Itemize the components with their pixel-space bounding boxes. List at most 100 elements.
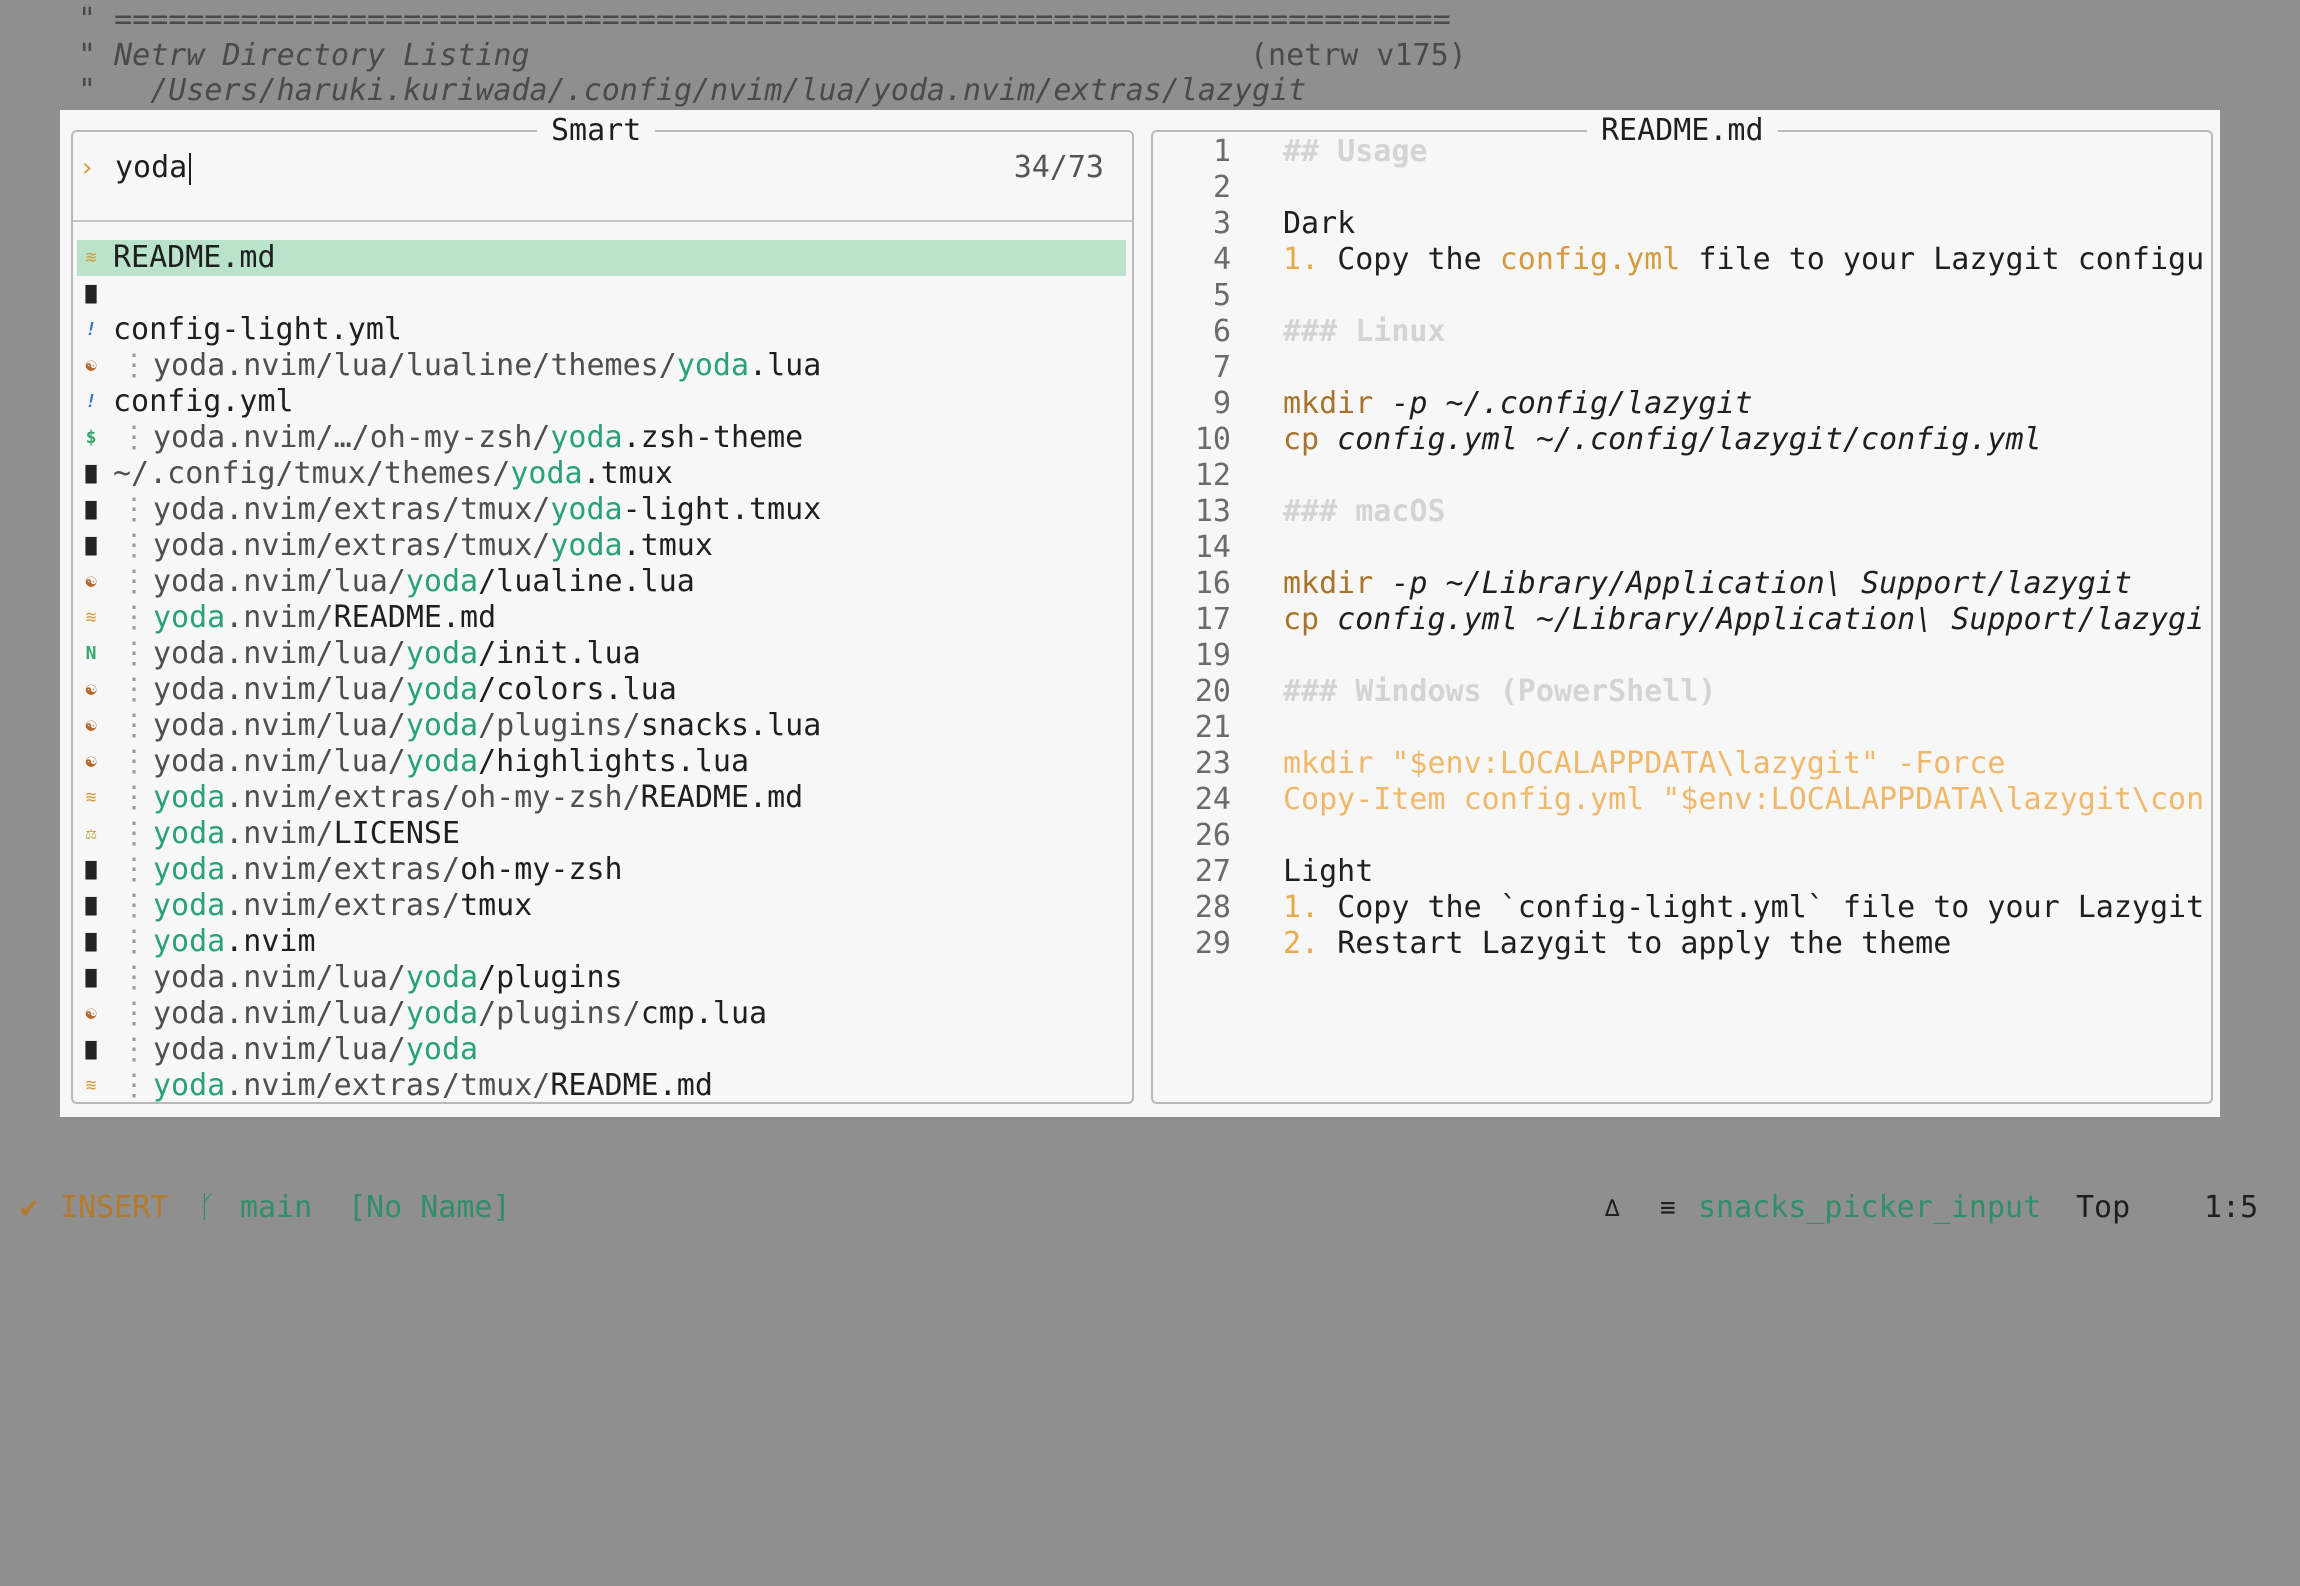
- line-text: 1. Copy the `config-light.yml` file to y…: [1283, 890, 2205, 925]
- item-label: ⋮ yoda.nvim/lua/lualine/themes/yoda.lua: [119, 348, 822, 383]
- tree-indent-icon: ⋮: [119, 672, 149, 707]
- lua-icon: ☯: [85, 679, 97, 700]
- picker-title: Smart: [537, 114, 656, 148]
- tree-indent-icon: ⋮: [119, 708, 149, 743]
- list-item[interactable]: ▇ ⋮ yoda.nvim/extras/tmux: [77, 888, 1132, 924]
- list-item[interactable]: N ⋮ yoda.nvim/lua/yoda/init.lua: [77, 636, 1132, 672]
- tree-indent-icon: ⋮: [119, 744, 149, 779]
- text-cursor: [189, 152, 192, 185]
- preview-line: 21: [1153, 710, 2211, 746]
- list-item[interactable]: ▇ ~/.config/tmux/themes/yoda.tmux: [77, 456, 1132, 492]
- list-item[interactable]: ▇ ⋮ yoda.nvim: [77, 924, 1132, 960]
- preview-line: 1 ## Usage: [1153, 134, 2211, 170]
- list-item[interactable]: ▇ ⋮ yoda.nvim/lua/yoda: [77, 1032, 1132, 1068]
- line-number: 19: [1194, 638, 1231, 673]
- mode-indicator: INSERT: [60, 1190, 169, 1225]
- item-label: ⋮ yoda.nvim/LICENSE: [119, 816, 461, 851]
- list-item[interactable]: ▇ ⋮ yoda.nvim/extras/oh-my-zsh: [77, 852, 1132, 888]
- list-item[interactable]: ▇ ⋮ yoda.nvim/extras/tmux/yoda-light.tmux: [77, 492, 1132, 528]
- line-number: 10: [1194, 422, 1231, 457]
- picker-input-row[interactable]: › yoda 34/73: [73, 148, 1132, 188]
- line-number: 24: [1194, 782, 1231, 817]
- tree-indent-icon: ⋮: [119, 996, 149, 1031]
- list-item[interactable]: ▇: [77, 276, 1132, 312]
- tree-indent-icon: ⋮: [119, 420, 149, 455]
- item-label: ⋮ yoda.nvim/README.md: [119, 600, 497, 635]
- item-label: ~/.config/tmux/themes/yoda.tmux: [113, 456, 673, 491]
- yaml-icon: !: [85, 391, 97, 412]
- tree-indent-icon: ⋮: [119, 1068, 149, 1103]
- line-text: 2. Restart Lazygit to apply the theme: [1283, 926, 1952, 961]
- tree-indent-icon: ⋮: [119, 816, 149, 851]
- line-number: 7: [1212, 350, 1231, 385]
- item-label: ⋮ yoda.nvim/extras/oh-my-zsh: [119, 852, 623, 887]
- line-number: 5: [1212, 278, 1231, 313]
- preview-line: 2: [1153, 170, 2211, 206]
- picker-list-panel: Smart › yoda 34/73 ≋ README.md ▇! config-li…: [71, 114, 1134, 1104]
- list-item[interactable]: ! config-light.yml: [77, 312, 1132, 348]
- line-number: 21: [1194, 710, 1231, 745]
- preview-line: 16 mkdir -p ~/Library/Application\ Suppor…: [1153, 566, 2211, 602]
- file-icon: ▇: [85, 895, 97, 916]
- preview-panel: README.md 1 ## Usage 2 3 Dark 4 1. Copy the co…: [1151, 114, 2213, 1104]
- list-item[interactable]: ☯ ⋮ yoda.nvim/lua/yoda/plugins/cmp.lua: [77, 996, 1132, 1032]
- item-label: config.yml: [113, 384, 294, 419]
- tree-indent-icon: ⋮: [119, 888, 149, 923]
- tree-indent-icon: ⋮: [119, 564, 149, 599]
- list-item[interactable]: ☯ ⋮ yoda.nvim/lua/yoda/lualine.lua: [77, 564, 1132, 600]
- tree-indent-icon: ⋮: [119, 960, 149, 995]
- list-item[interactable]: ≋ ⋮ yoda.nvim/extras/oh-my-zsh/README.md: [77, 780, 1132, 816]
- preview-line: 4 1. Copy the config.yml file to your Laz…: [1153, 242, 2211, 278]
- snacks-picker: Smart › yoda 34/73 ≋ README.md ▇! config-li…: [60, 110, 2220, 1117]
- tree-indent-icon: ⋮: [119, 1032, 149, 1067]
- line-text: mkdir "$env:LOCALAPPDATA\lazygit" -Force: [1283, 746, 2006, 781]
- file-icon: ▇: [85, 859, 97, 880]
- tree-indent-icon: ⋮: [119, 780, 149, 815]
- line-number: 2: [1212, 170, 1231, 205]
- line-number: 13: [1194, 494, 1231, 529]
- item-label: ⋮ yoda.nvim/lua/yoda/highlights.lua: [119, 744, 750, 779]
- item-label: README.md: [113, 240, 276, 275]
- item-label: ⋮ yoda.nvim/…/oh-my-zsh/yoda.zsh-theme: [119, 420, 804, 455]
- list-item[interactable]: ≋ ⋮ yoda.nvim/extras/tmux/README.md: [77, 1068, 1132, 1104]
- netrw-rule-line: " ======================================…: [78, 2, 1451, 37]
- neovim-icon: N: [85, 643, 97, 664]
- list-item[interactable]: ! config.yml: [77, 384, 1132, 420]
- line-text: ### Windows (PowerShell): [1283, 674, 1717, 709]
- item-label: ⋮ yoda.nvim: [119, 924, 316, 959]
- file-icon: ▇: [85, 1039, 97, 1060]
- line-text: ### macOS: [1283, 494, 1446, 529]
- check-icon: ✔: [20, 1190, 39, 1225]
- tree-indent-icon: ⋮: [119, 528, 149, 563]
- list-item[interactable]: ☯ ⋮ yoda.nvim/lua/yoda/plugins/snacks.lua: [77, 708, 1132, 744]
- file-icon: ▇: [85, 535, 97, 556]
- list-item[interactable]: ▇ ⋮ yoda.nvim/lua/yoda/plugins: [77, 960, 1132, 996]
- line-number: 14: [1194, 530, 1231, 565]
- list-item[interactable]: ▇ ⋮ yoda.nvim/extras/tmux/yoda.tmux: [77, 528, 1132, 564]
- delta-icon: ∆: [1605, 1194, 1620, 1222]
- list-item[interactable]: ☯ ⋮ yoda.nvim/lua/lualine/themes/yoda.lua: [77, 348, 1132, 384]
- line-text: mkdir -p ~/Library/Application\ Support/…: [1283, 566, 2132, 601]
- list-item[interactable]: ⚖ ⋮ yoda.nvim/LICENSE: [77, 816, 1132, 852]
- list-item[interactable]: ≋ README.md: [77, 240, 1126, 276]
- search-input[interactable]: yoda: [115, 148, 192, 188]
- list-item[interactable]: ☯ ⋮ yoda.nvim/lua/yoda/highlights.lua: [77, 744, 1132, 780]
- preview-line: 24 Copy-Item config.yml "$env:LOCALAPPDAT…: [1153, 782, 2211, 818]
- tree-indent-icon: ⋮: [119, 924, 149, 959]
- line-number: 26: [1194, 818, 1231, 853]
- list-item[interactable]: ☯ ⋮ yoda.nvim/lua/yoda/colors.lua: [77, 672, 1132, 708]
- tree-indent-icon: ⋮: [119, 348, 149, 383]
- item-label: ⋮ yoda.nvim/extras/tmux/README.md: [119, 1068, 713, 1103]
- preview-line: 5: [1153, 278, 2211, 314]
- line-number: 20: [1194, 674, 1231, 709]
- line-number: 3: [1212, 206, 1231, 241]
- tree-indent-icon: ⋮: [119, 492, 149, 527]
- list-item[interactable]: ≋ ⋮ yoda.nvim/README.md: [77, 600, 1132, 636]
- list-item[interactable]: $ ⋮ yoda.nvim/…/oh-my-zsh/yoda.zsh-theme: [77, 420, 1132, 456]
- preview-line: 12: [1153, 458, 2211, 494]
- line-number: 4: [1212, 242, 1231, 277]
- lua-icon: ☯: [85, 1003, 97, 1024]
- line-number: 17: [1194, 602, 1231, 637]
- line-number: 1: [1212, 134, 1231, 169]
- match-count: 34/73: [1013, 150, 1104, 185]
